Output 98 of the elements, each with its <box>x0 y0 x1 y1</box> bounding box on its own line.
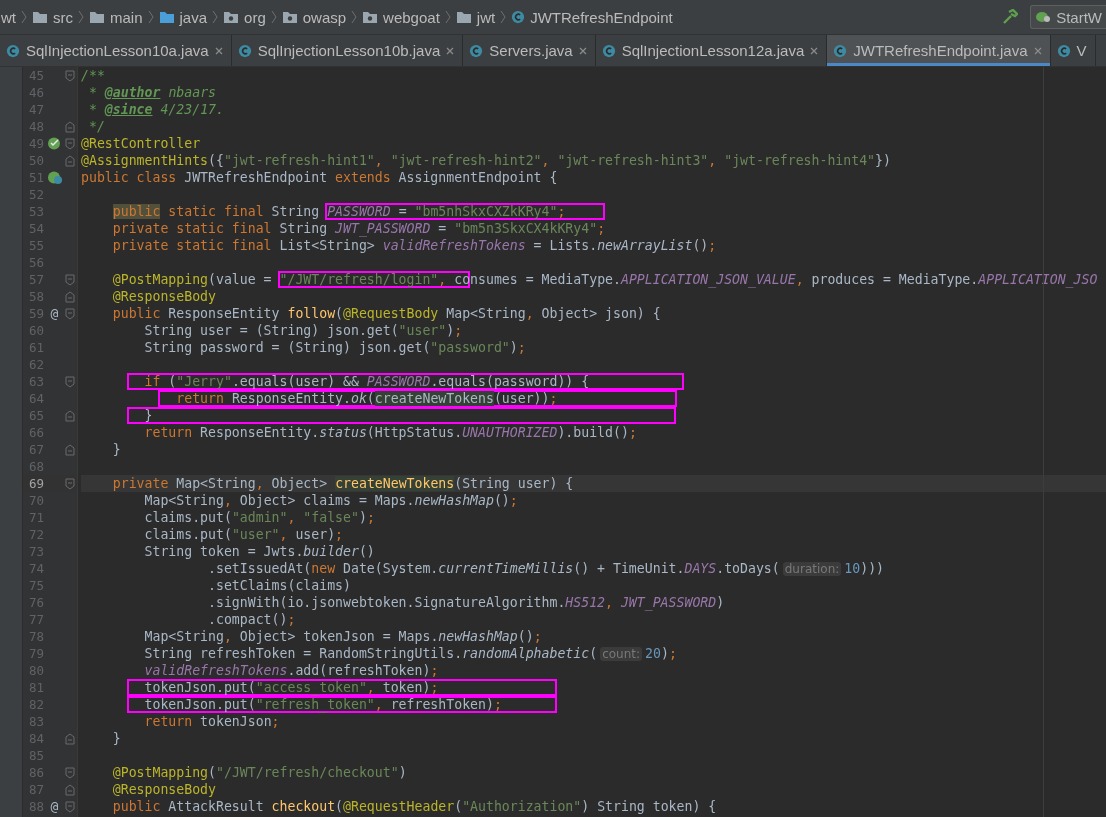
chevron-icon <box>147 10 154 24</box>
fold-marker-icon[interactable] <box>65 290 75 303</box>
fold-marker-icon[interactable] <box>65 137 75 150</box>
code-line: String password = (String) json.get("password"); <box>143 339 527 356</box>
code-line: @AssignmentHints({"jwt-refresh-hint1", "jwt-refresh-hint2", "jwt-refresh-hint3", "jwt-refresh-hint4"}) <box>81 152 892 169</box>
code-line: validRefreshTokens.add(refreshToken); <box>143 662 440 679</box>
run-config-icon <box>1035 10 1052 24</box>
class-icon <box>1056 43 1071 58</box>
chevron-icon <box>444 10 451 24</box>
breadcrumb-item[interactable]: jwt <box>476 8 496 26</box>
code-line: } <box>81 407 1106 424</box>
class-icon <box>833 43 848 58</box>
breadcrumb-item[interactable]: JWTRefreshEndpoint <box>530 8 673 26</box>
code-line: private static final List<String> validRefreshTokens = Lists.newArrayList(); <box>111 237 718 254</box>
close-icon[interactable] <box>214 46 223 55</box>
editor-tab[interactable]: V <box>1050 35 1096 66</box>
fold-marker-icon[interactable] <box>65 273 75 286</box>
fold-marker-icon[interactable] <box>65 307 75 320</box>
editor-tab[interactable]: SqlInjectionLesson10b.java <box>231 35 464 66</box>
close-icon[interactable] <box>1033 46 1042 55</box>
code-line: */ <box>87 118 106 135</box>
tab-label: SqlInjectionLesson10b.java <box>257 42 441 59</box>
code-line: @RestController <box>81 135 202 152</box>
code-line: String refreshToken = RandomStringUtils.randomAlphabetic( count: 20); <box>143 645 678 662</box>
tab-label: Servers.java <box>489 42 573 59</box>
code-line: public class JWTRefreshEndpoint extends AssignmentEndpoint { <box>81 169 559 186</box>
breadcrumb-item[interactable]: org <box>244 8 266 26</box>
tab-label: V <box>1076 42 1087 59</box>
code-line: tokenJson.put("refresh_token", refreshToken); <box>81 696 1106 713</box>
code-line: claims.put("user", user); <box>143 526 345 543</box>
tab-label: SqlInjectionLesson12a.java <box>621 42 805 59</box>
editor-tab[interactable]: JWTRefreshEndpoint.java <box>827 35 1051 66</box>
editor-tab[interactable]: Servers.java <box>463 35 596 66</box>
chevron-icon <box>500 10 507 24</box>
code-line: .signWith(io.jsonwebtoken.SignatureAlgorithm.HS512, JWT_PASSWORD) <box>207 594 726 611</box>
close-icon[interactable] <box>446 46 455 55</box>
tab-label: JWTRefreshEndpoint.java <box>853 42 1028 59</box>
hammer-icon[interactable] <box>1002 9 1019 25</box>
code-line: String token = Jwts.builder() <box>143 543 376 560</box>
chevron-icon <box>78 10 84 24</box>
fold-marker-icon[interactable] <box>65 443 75 456</box>
code-line: claims.put("admin", "false"); <box>143 509 376 526</box>
fold-marker-icon[interactable] <box>65 69 75 82</box>
breadcrumb-item[interactable]: src <box>53 8 73 26</box>
editor-tab[interactable]: SqlInjectionLesson10a.java <box>0 35 232 66</box>
close-icon[interactable] <box>578 46 587 55</box>
run-configuration-button[interactable]: StartW <box>1030 5 1106 29</box>
code-line: } <box>111 730 122 747</box>
code-line: @ResponseBody <box>111 288 217 305</box>
code-line: if ("Jerry".equals(user) && PASSWORD.equals(password)) { <box>81 373 1106 390</box>
line-number: 69 <box>27 476 44 491</box>
code-line: return tokenJson; <box>143 713 281 730</box>
code-line: Map<String, Object> claims = Maps.newHashMap(); <box>143 492 519 509</box>
fold-marker-icon[interactable] <box>65 732 75 745</box>
override-marker[interactable]: @ <box>50 306 59 321</box>
fold-marker-icon[interactable] <box>65 154 75 167</box>
chevron-icon <box>21 10 27 24</box>
breadcrumb-item[interactable]: wt <box>1 8 16 26</box>
fold-marker-icon[interactable] <box>65 783 75 796</box>
code-line: Map<String, Object> tokenJson = Maps.newHashMap(); <box>143 628 543 645</box>
code-line: * @since 4/23/17. <box>87 101 225 118</box>
fold-marker-icon[interactable] <box>65 800 75 813</box>
class-icon <box>237 43 252 58</box>
fold-marker-icon[interactable] <box>65 766 75 779</box>
bean-icon[interactable] <box>46 136 63 151</box>
override-marker[interactable]: @ <box>50 799 59 814</box>
code-line: String user = (String) json.get("user"); <box>143 322 464 339</box>
code-line: return ResponseEntity.status(HttpStatus.UNAUTHORIZED).build(); <box>143 424 638 441</box>
fold-marker-icon[interactable] <box>65 477 75 490</box>
code-line: tokenJson.put("access_token", token); <box>81 679 1106 696</box>
class-icon <box>469 43 484 58</box>
chevron-icon <box>270 10 277 24</box>
code-line: /** <box>81 67 106 84</box>
code-line: return ResponseEntity.ok(createNewTokens(user)); <box>81 390 1106 407</box>
class-icon <box>601 43 616 58</box>
breadcrumb-item[interactable]: main <box>110 8 143 26</box>
breadcrumb-item[interactable]: webgoat <box>383 8 440 26</box>
close-icon[interactable] <box>810 46 819 55</box>
breadcrumb-item[interactable]: java <box>179 8 208 26</box>
breadcrumb-item[interactable]: owasp <box>302 8 347 26</box>
chevron-icon <box>351 10 358 24</box>
tab-label: SqlInjectionLesson10a.java <box>26 42 209 59</box>
fold-marker-icon[interactable] <box>65 375 75 388</box>
code-line: .setIssuedAt(new Date(System.currentTimeMillis() + TimeUnit.DAYS.toDays( duration: 10))) <box>207 560 885 577</box>
code-line: @ResponseBody <box>111 781 217 798</box>
code-line: } <box>111 441 122 458</box>
code-line: .setClaims(claims) <box>207 577 352 594</box>
fold-marker-icon[interactable] <box>65 120 75 133</box>
fold-marker-icon[interactable] <box>65 409 75 422</box>
code-line: public ResponseEntity follow(@RequestBody Map<String, Object> json) { <box>111 305 662 322</box>
code-line: .compact(); <box>207 611 297 628</box>
code-line: @PostMapping("/JWT/refresh/checkout") <box>111 764 408 781</box>
code-line: public AttackResult checkout(@RequestHeader("Authorization") String token) { <box>111 798 718 815</box>
class-icon <box>6 43 20 58</box>
chevron-icon <box>212 10 219 24</box>
code-line: private static final String JWT_PASSWORD = "bm5n3SkxCX4kKRy4"; <box>111 220 607 237</box>
code-line: public static final String PASSWORD = "bm5nhSkxCXZkKRy4"; <box>81 203 1106 220</box>
code-line: * @author nbaars <box>87 84 217 101</box>
